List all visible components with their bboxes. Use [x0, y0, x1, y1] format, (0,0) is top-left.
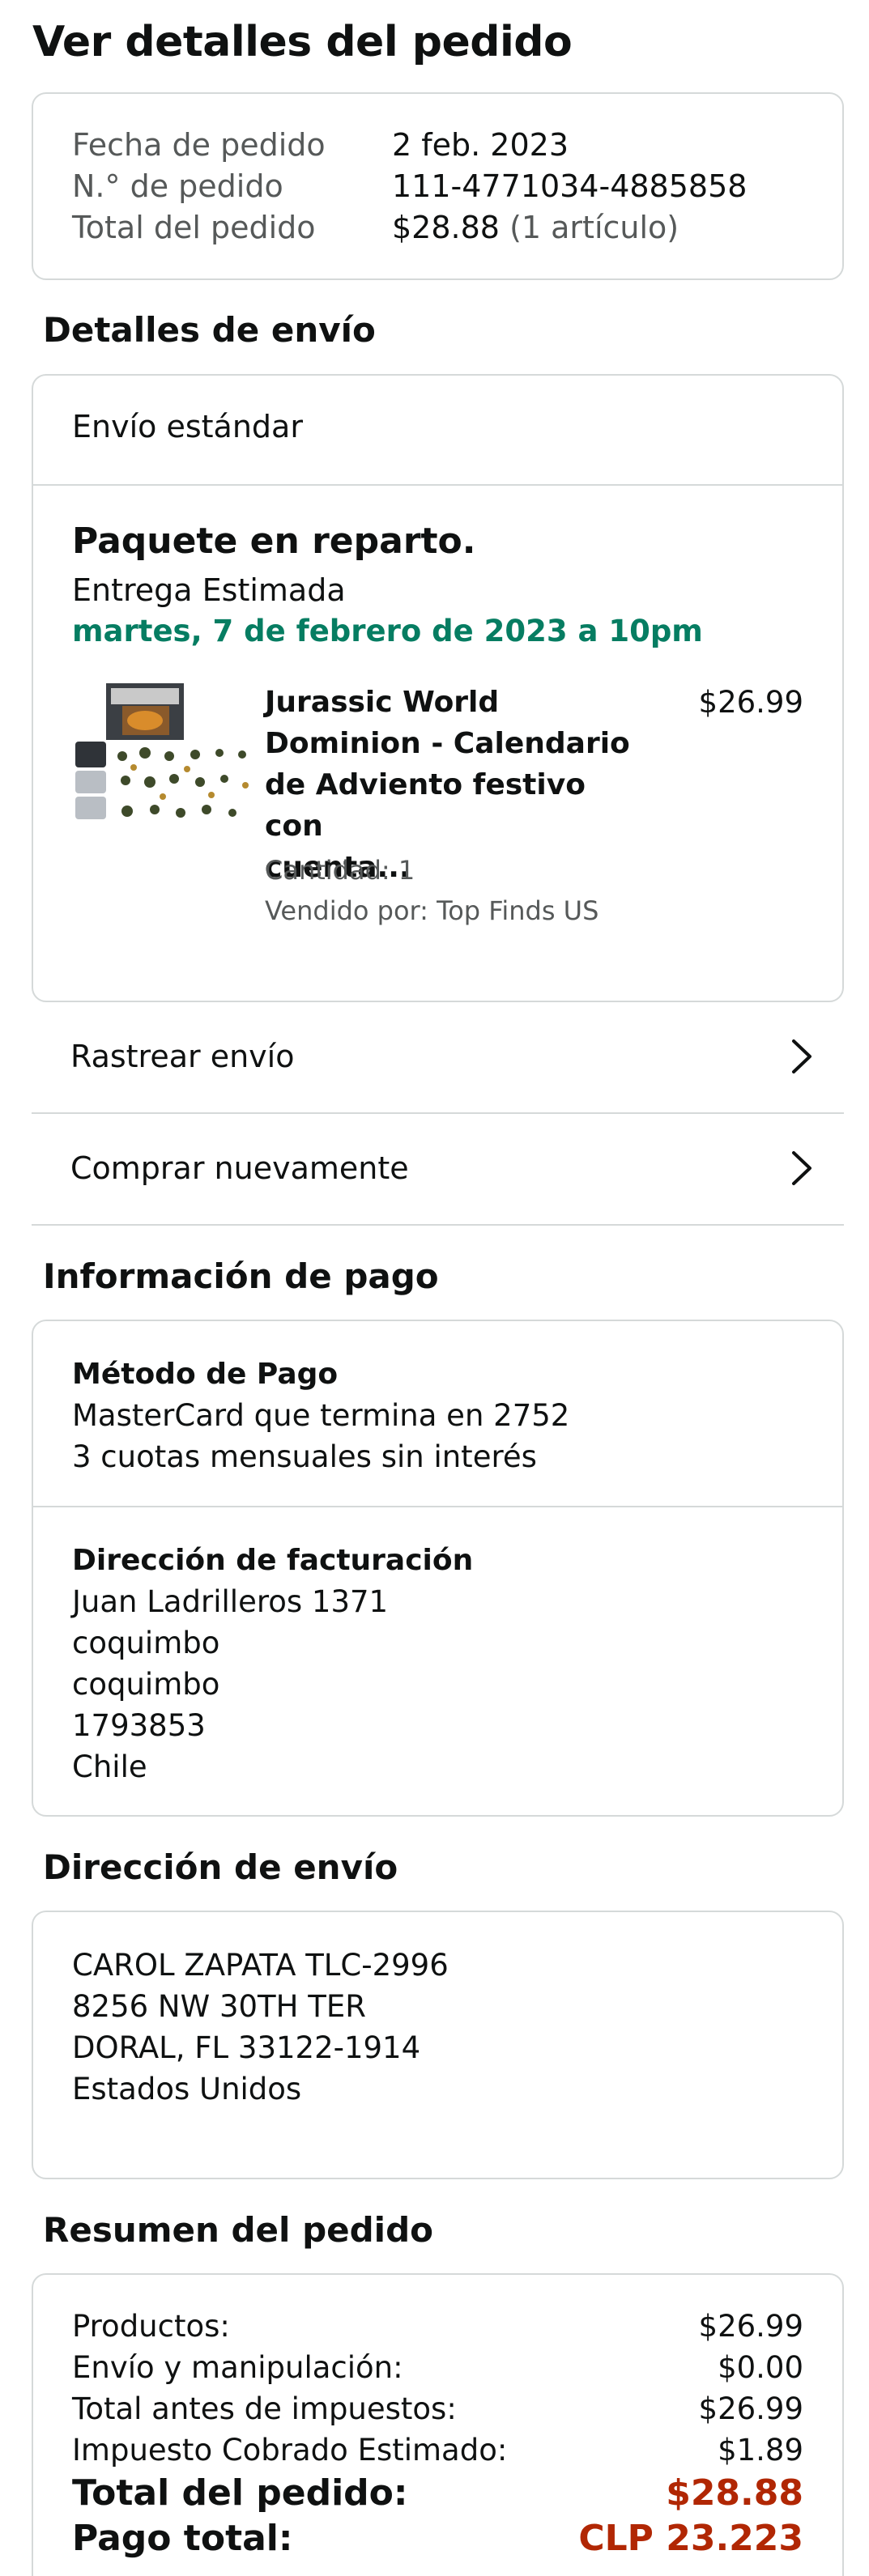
- shipping-address-title: Dirección de envío: [43, 1847, 398, 1887]
- order-summary-title: Resumen del pedido: [43, 2210, 433, 2250]
- shipping-line-3: DORAL, FL 33122-1914: [72, 2030, 421, 2065]
- chevron-right-icon: [792, 1151, 811, 1185]
- payment-divider: [33, 1506, 842, 1507]
- order-item-count: (1 artículo): [509, 210, 679, 245]
- chevron-right-icon: [792, 1039, 811, 1073]
- page-title: Ver detalles del pedido: [32, 18, 573, 66]
- payment-method-title: Método de Pago: [72, 1358, 339, 1391]
- product-sold-by: Vendido por: Top Finds US: [265, 895, 599, 926]
- order-total-label: Total del pedido: [72, 210, 316, 245]
- order-total-value-group: $28.88 (1 artículo): [392, 207, 747, 249]
- order-details-page: Ver detalles del pedido Fecha de pedido …: [0, 0, 869, 2576]
- order-date-label: Fecha de pedido: [72, 127, 326, 163]
- track-shipment-row[interactable]: Rastrear envío: [32, 1004, 844, 1114]
- shipping-method: Envío estándar: [72, 409, 303, 444]
- payment-total-value: CLP 23.223: [578, 2518, 803, 2559]
- payment-method-line-2: 3 cuotas mensuales sin interés: [72, 1439, 537, 1474]
- summary-label-tax: Impuesto Cobrado Estimado:: [72, 2433, 508, 2468]
- billing-address-title: Dirección de facturación: [72, 1544, 474, 1577]
- order-number-label: N.° de pedido: [72, 168, 283, 204]
- summary-value-tax: $1.89: [718, 2433, 803, 2468]
- payment-method-line-1: MasterCard que termina en 2752: [72, 1398, 570, 1433]
- shipment-divider: [33, 484, 842, 486]
- shipment-card: Envío estándar Paquete en reparto. Entre…: [32, 374, 844, 1002]
- shipping-line-2: 8256 NW 30TH TER: [72, 1989, 366, 2024]
- summary-row: Total antes de impuestos: $26.99: [72, 2388, 803, 2429]
- summary-value-shipping: $0.00: [718, 2350, 803, 2385]
- billing-line-2: coquimbo: [72, 1626, 220, 1660]
- product-quantity: Cantidad: 1: [265, 855, 415, 886]
- shipment-status: Paquete en reparto.: [72, 521, 476, 562]
- billing-line-3: coquimbo: [72, 1667, 220, 1702]
- estimated-delivery-label: Entrega Estimada: [72, 572, 346, 608]
- payment-total-label: Pago total:: [72, 2518, 293, 2559]
- summary-label-shipping: Envío y manipulación:: [72, 2350, 403, 2385]
- product-thumbnail[interactable]: [74, 682, 258, 840]
- shipping-address-card: CAROL ZAPATA TLC-2996 8256 NW 30TH TER D…: [32, 1911, 844, 2179]
- product-name-line-2: Dominion - Calendario: [265, 727, 630, 760]
- summary-label-before-tax: Total antes de impuestos:: [72, 2391, 457, 2426]
- shipping-line-1: CAROL ZAPATA TLC-2996: [72, 1948, 449, 1983]
- summary-value-before-tax: $26.99: [698, 2391, 803, 2426]
- payment-info-title: Información de pago: [43, 1256, 439, 1296]
- summary-value-products: $26.99: [698, 2309, 803, 2344]
- product-name-line-1: Jurassic World: [265, 686, 500, 719]
- shipping-details-title: Detalles de envío: [43, 310, 376, 350]
- summary-label-products: Productos:: [72, 2309, 230, 2344]
- shipping-address: CAROL ZAPATA TLC-2996 8256 NW 30TH TER D…: [72, 1945, 449, 2110]
- buy-again-row[interactable]: Comprar nuevamente: [32, 1116, 844, 1226]
- order-info-card: Fecha de pedido 2 feb. 2023 N.° de pedid…: [32, 92, 844, 280]
- track-shipment-label: Rastrear envío: [70, 1039, 295, 1074]
- order-total-summary-label: Total del pedido:: [72, 2472, 408, 2514]
- payment-card: Método de Pago MasterCard que termina en…: [32, 1320, 844, 1817]
- product-name-line-3: de Adviento festivo con: [265, 768, 586, 843]
- billing-line-1: Juan Ladrilleros 1371: [72, 1584, 389, 1619]
- estimated-delivery-date: martes, 7 de febrero de 2023 a 10pm: [72, 614, 703, 648]
- order-summary-card: Productos: $26.99 Envío y manipulación: …: [32, 2273, 844, 2576]
- shipping-line-4: Estados Unidos: [72, 2072, 302, 2106]
- order-total-row: Total del pedido: $28.88: [72, 2471, 803, 2516]
- payment-total-row: Pago total: CLP 23.223: [72, 2516, 803, 2561]
- summary-row: Envío y manipulación: $0.00: [72, 2347, 803, 2388]
- summary-row: Productos: $26.99: [72, 2306, 803, 2347]
- order-total-value: $28.88: [392, 210, 500, 245]
- billing-line-5: Chile: [72, 1749, 147, 1784]
- product-price: $26.99: [698, 685, 803, 720]
- summary-row: Impuesto Cobrado Estimado: $1.89: [72, 2429, 803, 2471]
- billing-line-4: 1793853: [72, 1708, 206, 1743]
- order-date-value: 2 feb. 2023: [392, 127, 569, 163]
- billing-address: Juan Ladrilleros 1371 coquimbo coquimbo …: [72, 1581, 388, 1787]
- order-total-summary-value: $28.88: [666, 2472, 803, 2514]
- buy-again-label: Comprar nuevamente: [70, 1150, 409, 1186]
- order-number-value: 111-4771034-4885858: [392, 168, 748, 204]
